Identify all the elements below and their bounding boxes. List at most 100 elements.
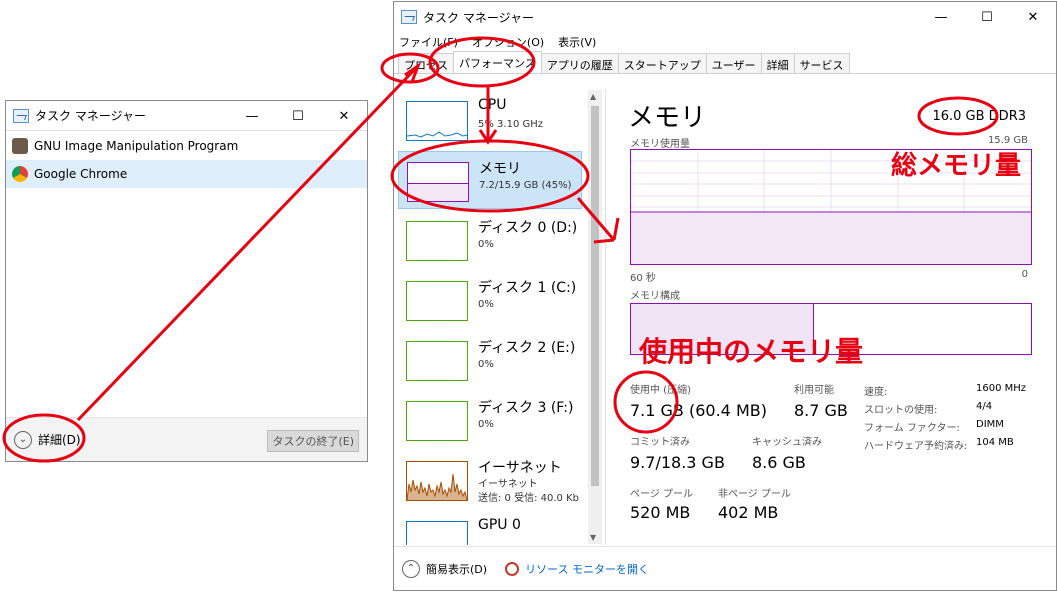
- tab-app-history[interactable]: アプリの履歴: [540, 53, 619, 73]
- sidebar-sub: 7.2/15.9 GB (45%): [479, 180, 572, 191]
- maximize-button[interactable]: ☐: [275, 101, 321, 131]
- scroll-down-icon[interactable]: ▼: [590, 533, 596, 542]
- tab-processes[interactable]: プロセス: [398, 53, 454, 73]
- scroll-up-icon[interactable]: ▲: [590, 92, 596, 101]
- task-manager-icon: [13, 108, 29, 123]
- sidebar-sub: 0%: [478, 419, 494, 430]
- tab-performance[interactable]: パフォーマンス: [453, 51, 542, 73]
- maximize-button[interactable]: ☐: [964, 2, 1010, 32]
- scrollbar-thumb[interactable]: [591, 106, 599, 486]
- tab-startup[interactable]: スタートアップ: [617, 53, 707, 73]
- sidebar-title: GPU 0: [478, 517, 521, 533]
- menu-view[interactable]: 表示(V): [558, 34, 596, 50]
- menu-file[interactable]: ファイル(F): [399, 34, 458, 50]
- big-window-title: タスク マネージャー: [423, 10, 534, 25]
- sidebar-item-cpu[interactable]: CPU 5% 3.10 GHz: [398, 91, 582, 149]
- disk-thumbnail: [406, 401, 468, 441]
- disk-thumbnail: [406, 221, 468, 261]
- hw-reserved-label: ハードウェア予約済み:: [864, 441, 968, 452]
- gimp-icon: [12, 138, 28, 154]
- small-titlebar: タスク マネージャー — ☐ ✕: [6, 101, 367, 131]
- memory-heading: メモリ: [628, 103, 707, 133]
- sidebar-title: メモリ: [479, 161, 521, 177]
- sidebar-sub: 0%: [478, 239, 494, 250]
- disk-thumbnail: [406, 341, 468, 381]
- minimize-button[interactable]: —: [918, 2, 964, 32]
- hw-reserved-value: 104 MB: [976, 437, 1014, 448]
- sidebar-title: CPU: [478, 97, 507, 113]
- chrome-icon: [12, 166, 28, 182]
- committed-label: コミット済み: [630, 437, 690, 448]
- speed-label: 速度:: [864, 387, 888, 398]
- tab-users[interactable]: ユーザー: [705, 53, 762, 73]
- tab-bar: プロセス パフォーマンス アプリの履歴 スタートアップ ユーザー 詳細 サービス: [394, 51, 1056, 74]
- available-value: 8.7 GB: [794, 401, 848, 420]
- task-manager-icon: [401, 10, 417, 24]
- end-task-button[interactable]: タスクの終了(E): [267, 430, 359, 452]
- big-footer: ⌃ 簡易表示(D) リソース モニターを開く: [394, 546, 1056, 590]
- menu-options[interactable]: オプション(O): [472, 34, 544, 50]
- sidebar-sub: 5% 3.10 GHz: [478, 119, 544, 130]
- cached-label: キャッシュ済み: [752, 437, 822, 448]
- axis-left-label: 60 秒: [630, 273, 656, 284]
- memory-total: 16.0 GB DDR3: [932, 109, 1026, 124]
- resource-monitor-link[interactable]: リソース モニターを開く: [525, 561, 649, 577]
- sidebar-sub: 0%: [478, 299, 494, 310]
- sidebar-title: ディスク 3 (F:): [478, 400, 574, 416]
- app-row-chrome[interactable]: Google Chrome: [6, 160, 367, 188]
- cached-value: 8.6 GB: [752, 453, 806, 472]
- details-link[interactable]: 詳細(D): [38, 431, 81, 448]
- committed-value: 9.7/18.3 GB: [630, 453, 725, 472]
- sidebar-title: イーサネット: [478, 460, 562, 476]
- sidebar-scrollbar[interactable]: ▲ ▼: [588, 90, 602, 544]
- memory-thumbnail: [407, 162, 469, 202]
- nonpaged-pool-value: 402 MB: [718, 503, 779, 522]
- sidebar-item-disk0[interactable]: ディスク 0 (D:) 0%: [398, 211, 582, 269]
- disk-thumbnail: [406, 281, 468, 321]
- ethernet-thumbnail: [406, 461, 468, 501]
- paged-pool-value: 520 MB: [630, 503, 691, 522]
- annotation-memory-in-use: 使用中のメモリ量: [639, 335, 864, 368]
- in-use-label: 使用中 (圧縮): [630, 385, 691, 396]
- performance-sidebar: CPU 5% 3.10 GHz メモリ 7.2/15.9 GB (45%) ディ…: [394, 89, 606, 545]
- fewer-details-link[interactable]: 簡易表示(D): [426, 561, 487, 577]
- big-titlebar: タスク マネージャー — ☐ ✕: [394, 2, 1056, 32]
- sidebar-sub: イーサネット: [478, 479, 538, 490]
- app-row-gimp[interactable]: GNU Image Manipulation Program: [6, 132, 367, 160]
- sidebar-item-disk2[interactable]: ディスク 2 (E:) 0%: [398, 331, 582, 389]
- slots-value: 4/4: [976, 401, 993, 412]
- small-window-title: タスク マネージャー: [35, 109, 146, 123]
- app-name: Google Chrome: [34, 167, 128, 181]
- chevron-down-icon[interactable]: ⌄: [14, 430, 32, 449]
- gpu-thumbnail: [406, 521, 468, 545]
- sidebar-sub: 0%: [478, 359, 494, 370]
- sidebar-item-disk3[interactable]: ディスク 3 (F:) 0%: [398, 391, 582, 449]
- annotation-total-memory: 総メモリ量: [891, 151, 1022, 181]
- minimize-button[interactable]: —: [229, 101, 275, 131]
- available-label: 利用可能: [794, 385, 834, 396]
- nonpaged-pool-label: 非ページ プール: [718, 489, 791, 500]
- sidebar-item-gpu[interactable]: GPU 0: [398, 511, 582, 545]
- app-name: GNU Image Manipulation Program: [34, 139, 239, 153]
- sidebar-item-memory[interactable]: メモリ 7.2/15.9 GB (45%): [398, 151, 582, 209]
- tab-services[interactable]: サービス: [793, 53, 850, 73]
- resource-monitor-icon: [505, 561, 520, 576]
- sidebar-item-ethernet[interactable]: イーサネット イーサネット 送信: 0 受信: 40.0 Kb: [398, 451, 582, 509]
- small-footer: ⌄ 詳細(D) タスクの終了(E): [6, 417, 367, 461]
- close-button[interactable]: ✕: [1010, 2, 1056, 32]
- big-task-manager-window: タスク マネージャー — ☐ ✕ ファイル(F) オプション(O) 表示(V) …: [393, 1, 1057, 591]
- sidebar-title: ディスク 2 (E:): [478, 340, 576, 356]
- sidebar-item-disk1[interactable]: ディスク 1 (C:) 0%: [398, 271, 582, 329]
- sidebar-title: ディスク 0 (D:): [478, 220, 578, 236]
- tab-details[interactable]: 詳細: [760, 53, 795, 73]
- axis-right-label: 0: [1021, 269, 1028, 280]
- menu-bar: ファイル(F) オプション(O) 表示(V): [394, 32, 1056, 52]
- close-button[interactable]: ✕: [321, 101, 367, 131]
- form-factor-label: フォーム ファクター:: [864, 423, 960, 434]
- slots-label: スロットの使用:: [864, 405, 938, 416]
- in-use-value: 7.1 GB (60.4 MB): [630, 401, 767, 420]
- sidebar-title: ディスク 1 (C:): [478, 280, 577, 296]
- speed-value: 1600 MHz: [976, 383, 1027, 394]
- form-factor-value: DIMM: [976, 419, 1004, 430]
- chevron-up-icon[interactable]: ⌃: [402, 559, 420, 578]
